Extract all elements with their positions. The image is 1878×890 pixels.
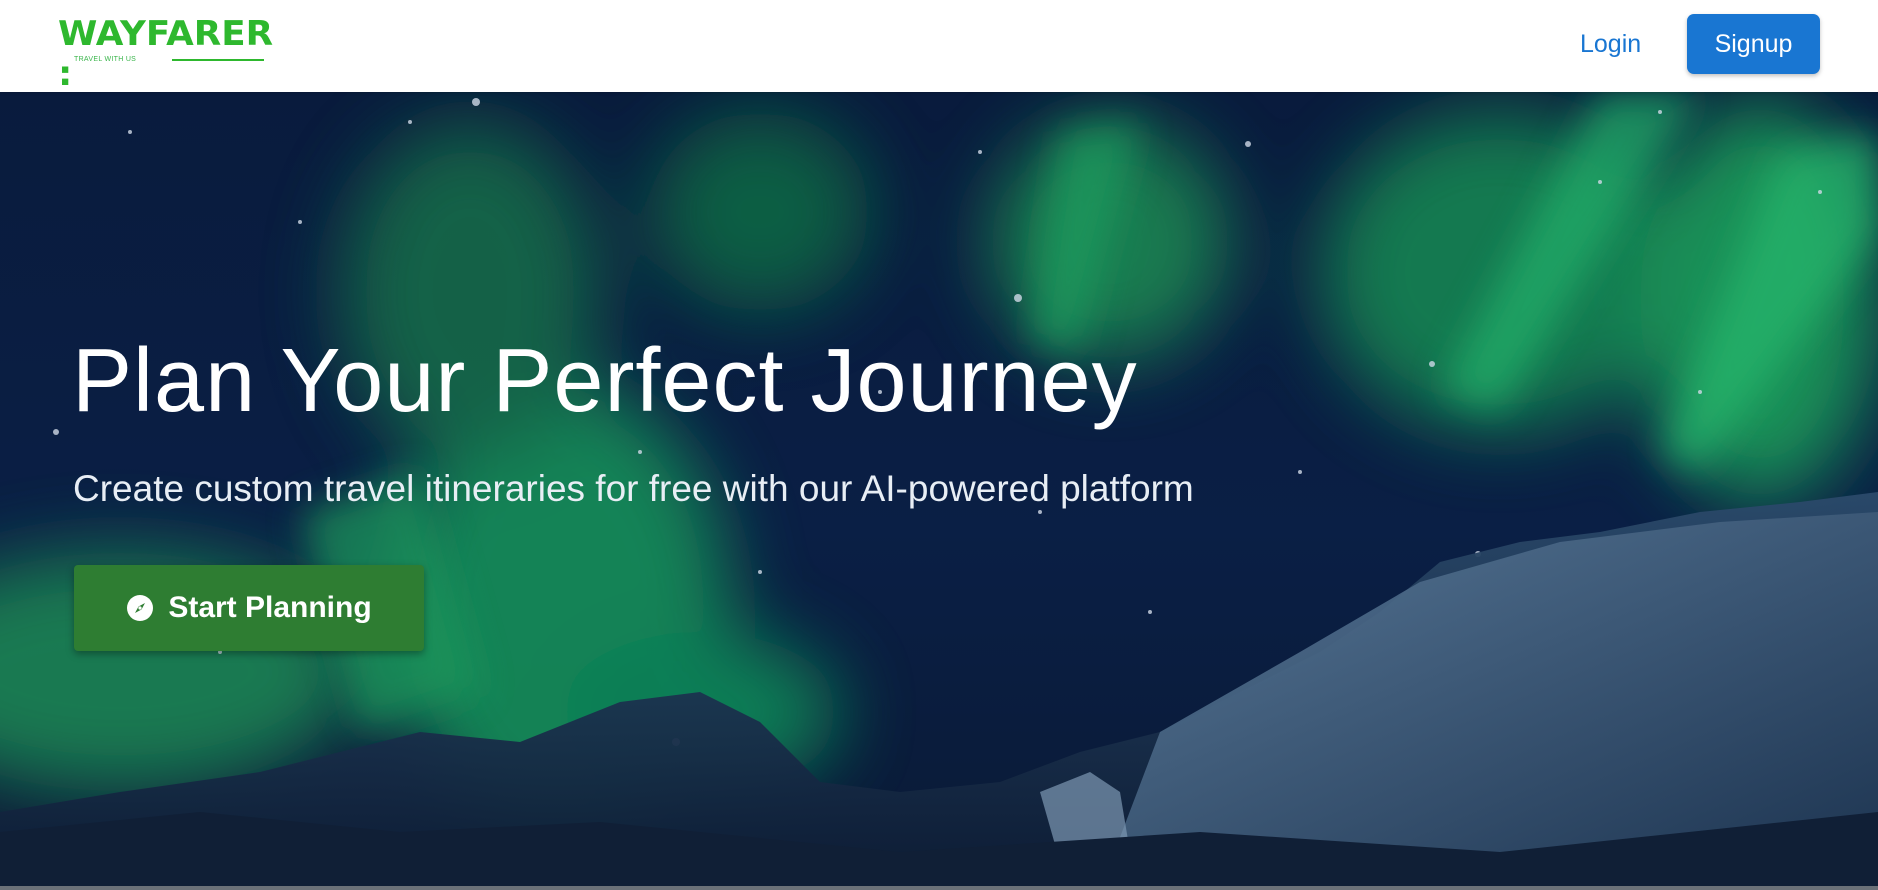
login-link[interactable]: Login [1580,24,1641,64]
start-planning-button[interactable]: Start Planning [74,565,424,651]
start-planning-label: Start Planning [168,591,372,624]
hero-title: Plan Your Perfect Journey [72,331,1138,431]
signup-button[interactable]: Signup [1687,14,1820,74]
hero-section: Plan Your Perfect Journey Create custom … [0,92,1878,890]
hero-subtitle: Create custom travel itineraries for fre… [73,468,1194,509]
bottom-edge-bar [0,886,1878,890]
logo-tagline: TRAVEL WITH US [74,56,137,63]
top-navbar: WAYFARER : TRAVEL WITH US Login Signup [0,0,1878,94]
wayfarer-logo[interactable]: WAYFARER : TRAVEL WITH US [58,14,278,94]
compass-icon [126,594,154,622]
logo-wordmark: WAYFARER : [58,14,274,94]
logo-underline [172,59,264,61]
